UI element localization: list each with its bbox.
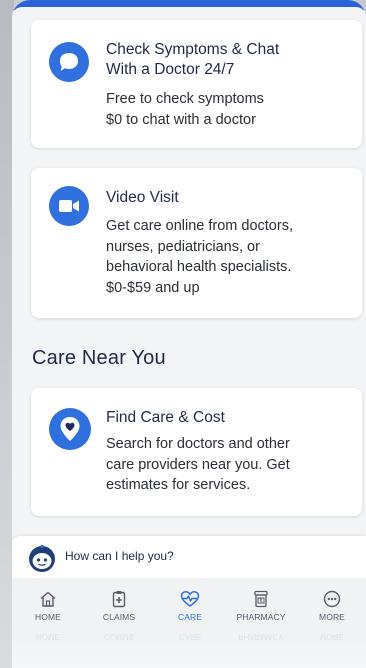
video-visit-card[interactable]: Video Visit Get care online from doctors… (31, 168, 362, 318)
heart-pulse-icon (180, 591, 200, 607)
card-description: Search for doctors and other care provid… (106, 436, 290, 493)
tab-label: MORE (319, 612, 345, 622)
tab-label: PHARMACY (236, 612, 286, 622)
video-camera-icon (49, 186, 89, 226)
tab-care[interactable]: CARE (155, 578, 225, 630)
assistant-bar[interactable]: How can I help you? (12, 536, 366, 578)
assistant-avatar-icon (29, 544, 55, 572)
panel-top-fill (12, 7, 366, 17)
clipboard-icon (112, 591, 126, 608)
location-heart-icon (49, 408, 91, 450)
reflection-label: MORE (320, 632, 344, 641)
home-icon (40, 591, 56, 607)
card-description: Get care online from doctors, nurses, pe… (106, 218, 293, 296)
reflection-label: CARE (178, 632, 202, 641)
reflection-label: CLAIMS (104, 632, 134, 641)
card-title: Video Visit (106, 189, 179, 206)
tab-bar-reflection: HOME CLAIMS CARE PHARMACY MORE (12, 630, 366, 668)
card-title: Check Symptoms & Chat (106, 41, 280, 58)
check-symptoms-card[interactable]: Check Symptoms & Chat With a Doctor 24/7… (31, 20, 362, 148)
chat-bubble-icon (49, 42, 89, 82)
assistant-prompt: How can I help you? (65, 549, 174, 563)
section-heading: Care Near You (32, 347, 166, 369)
reflection-label: PHARMACY (238, 632, 284, 641)
tab-label: HOME (35, 612, 61, 622)
pill-bottle-icon (254, 590, 268, 608)
tab-home[interactable]: HOME (13, 578, 83, 630)
card-description: Free to check symptoms $0 to chat with a… (106, 91, 264, 128)
more-dots-icon (323, 590, 341, 608)
tab-label: CLAIMS (102, 612, 136, 622)
find-care-card[interactable]: Find Care & Cost Search for doctors and … (31, 388, 362, 516)
tab-label: CARE (177, 612, 203, 622)
tab-pharmacy[interactable]: PHARMACY (226, 578, 296, 630)
card-title-line2: With a Doctor 24/7 (106, 61, 235, 78)
care-panel: Check Symptoms & Chat With a Doctor 24/7… (12, 0, 366, 668)
bottom-tab-bar: HOME CLAIMS CARE PHARMACY MORE (12, 578, 366, 630)
card-title: Find Care & Cost (106, 409, 225, 426)
reflection-label: HOME (36, 632, 60, 641)
tab-more[interactable]: MORE (297, 578, 366, 630)
tab-claims[interactable]: CLAIMS (84, 578, 154, 630)
